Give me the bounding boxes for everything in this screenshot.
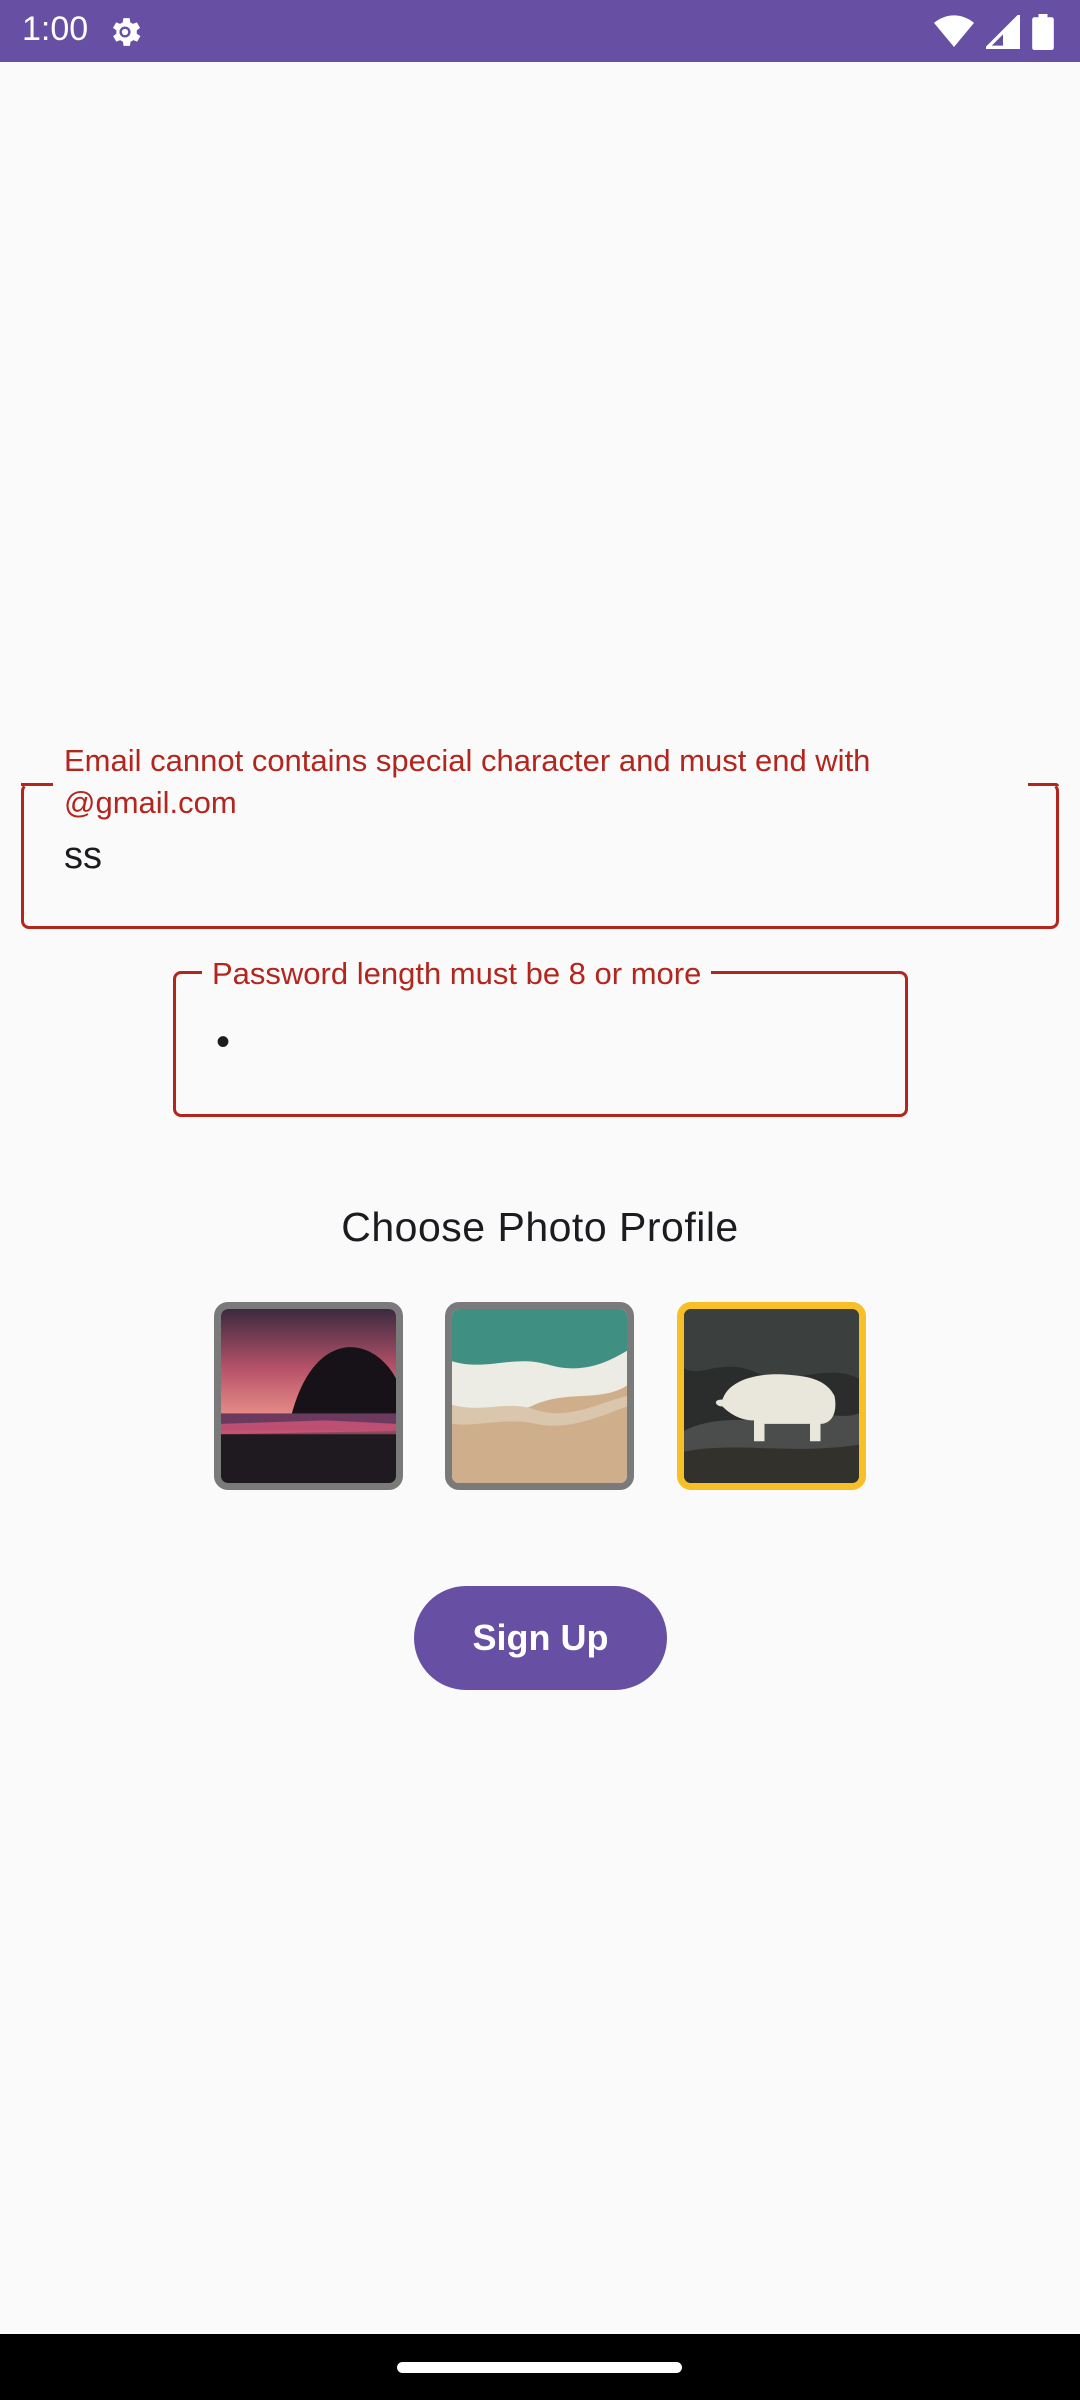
polar-bear-photo[interactable] [677, 1302, 866, 1490]
email-field-border-segment [21, 783, 53, 786]
battery-icon [1032, 14, 1054, 50]
email-error-label: Email cannot contains special character … [54, 740, 1024, 824]
password-error-label: Password length must be 8 or more [202, 953, 712, 995]
polar-bear-image [684, 1309, 859, 1483]
status-time: 1:00 [22, 10, 89, 48]
status-bar: 1:00 [0, 0, 1080, 62]
ocean-shore-image [452, 1309, 627, 1483]
sunset-beach-image [221, 1309, 396, 1483]
home-gesture-handle[interactable] [397, 2362, 682, 2373]
ocean-shore-photo[interactable] [445, 1302, 634, 1490]
email-input-value[interactable]: ss [64, 835, 102, 878]
cell-signal-icon [986, 15, 1020, 49]
sunset-beach-photo[interactable] [214, 1302, 403, 1490]
password-input-value[interactable]: • [216, 1020, 230, 1065]
email-field-border-segment [1028, 783, 1059, 786]
sign-up-button[interactable]: Sign Up [414, 1586, 667, 1690]
choose-photo-heading: Choose Photo Profile [341, 1204, 739, 1250]
wifi-icon [934, 15, 974, 48]
settings-gear-icon [112, 18, 141, 46]
